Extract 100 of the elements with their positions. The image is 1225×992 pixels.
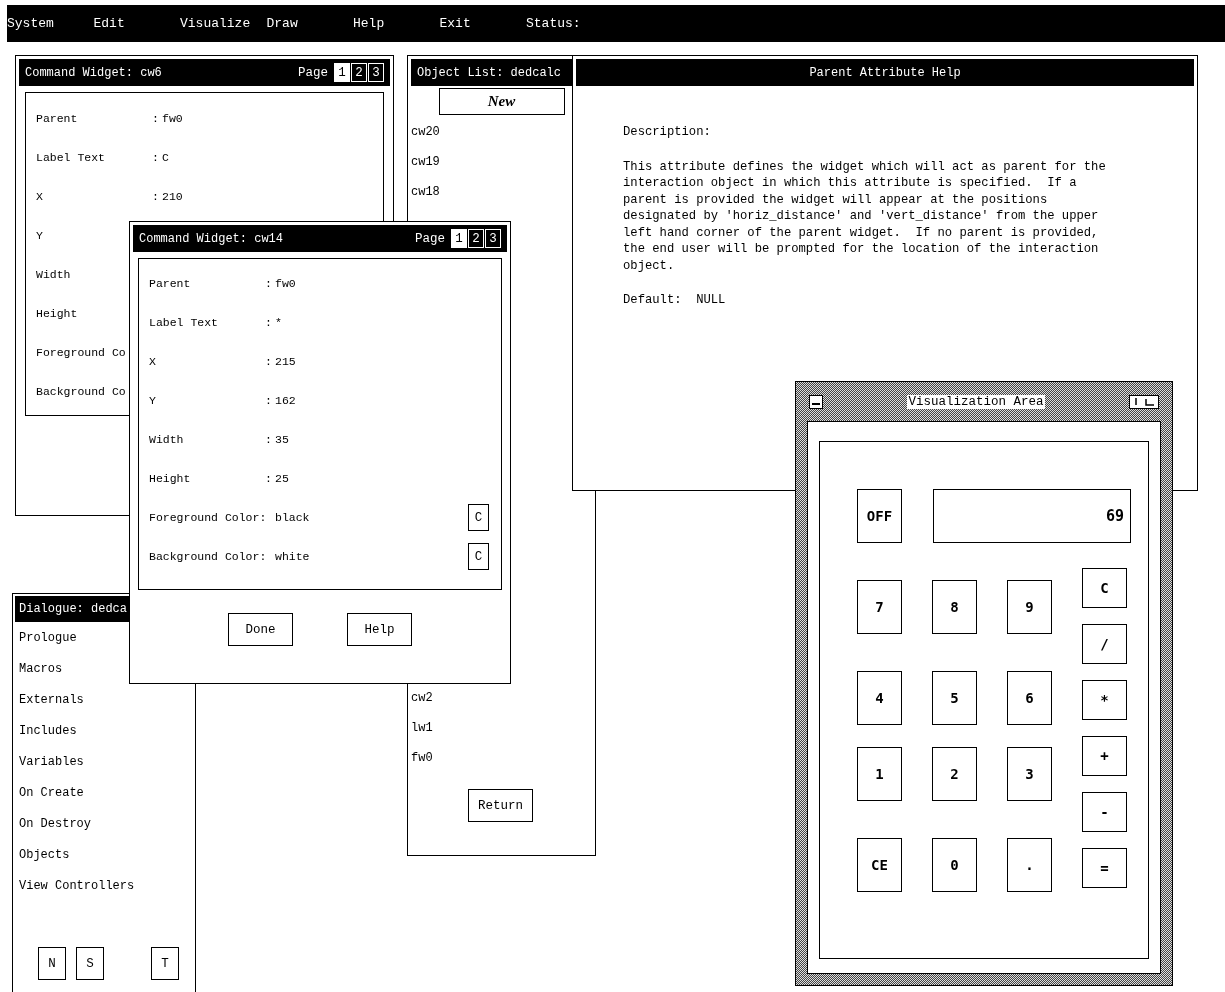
dialogue-item[interactable]: On Destroy xyxy=(19,808,91,839)
menu-item[interactable]: Help xyxy=(353,16,440,31)
colon-separator: : xyxy=(265,472,273,485)
window-menu-icon[interactable] xyxy=(809,394,823,409)
field-label: Foreground Color: xyxy=(149,511,268,524)
field-label: Width xyxy=(149,433,185,446)
menu-item[interactable]: Exit xyxy=(439,16,526,31)
field-label: Height xyxy=(149,472,192,485)
calculator-key[interactable]: 5 xyxy=(932,671,977,725)
colon-separator: : xyxy=(265,433,273,446)
dialogue-item[interactable]: Macros xyxy=(19,653,63,684)
field-label: Width xyxy=(36,268,72,281)
page-tab[interactable]: 1 xyxy=(334,63,350,82)
page-tab[interactable]: 2 xyxy=(351,63,367,82)
page-tab[interactable]: 3 xyxy=(368,63,384,82)
object-list-item[interactable]: cw18 xyxy=(411,177,440,207)
description-heading: Description: xyxy=(623,124,712,141)
dialogue-item[interactable]: Prologue xyxy=(19,622,77,653)
colon-separator: : xyxy=(152,151,160,164)
calculator-key[interactable]: 3 xyxy=(1007,747,1052,801)
window-title: Command Widget: cw6 xyxy=(25,65,162,80)
dialogue-button[interactable]: S xyxy=(76,947,104,980)
dialogue-item[interactable]: View Controllers xyxy=(19,870,135,901)
colon-separator: : xyxy=(265,316,273,329)
calculator-key[interactable]: 1 xyxy=(857,747,902,801)
field-value[interactable]: 210 xyxy=(162,190,183,203)
field-value[interactable]: 25 xyxy=(275,472,289,485)
calculator-key[interactable]: 7 xyxy=(857,580,902,634)
dialogue-item[interactable]: Externals xyxy=(19,684,84,715)
field-value[interactable]: black xyxy=(275,511,310,524)
dialogue-item[interactable]: Includes xyxy=(19,715,77,746)
field-value[interactable]: * xyxy=(275,316,282,329)
operator-key[interactable]: * xyxy=(1082,680,1127,720)
field-label: Parent xyxy=(36,112,79,125)
return-button[interactable]: Return xyxy=(468,789,533,822)
field-value[interactable]: 215 xyxy=(275,355,296,368)
window-title: Object List: dedcalc xyxy=(417,65,562,80)
field-label: X xyxy=(36,190,44,203)
dialogue-item[interactable]: Objects xyxy=(19,839,70,870)
field-label: X xyxy=(149,355,157,368)
dialog-button[interactable]: Help xyxy=(347,613,412,646)
window-title: Command Widget: cw14 xyxy=(139,231,284,246)
field-label: Label Text xyxy=(36,151,106,164)
object-list-item[interactable]: cw2 xyxy=(411,683,433,713)
calculator-key[interactable]: 4 xyxy=(857,671,902,725)
calculator-display: 69 xyxy=(933,489,1131,543)
colon-separator: : xyxy=(152,112,160,125)
window-title: Visualization Area xyxy=(907,394,1045,409)
object-list-item[interactable]: fw0 xyxy=(411,743,433,773)
operator-key[interactable]: + xyxy=(1082,736,1127,776)
object-list-item[interactable]: cw20 xyxy=(411,117,440,147)
field-value[interactable]: 162 xyxy=(275,394,296,407)
new-button[interactable]: New xyxy=(438,88,565,115)
colon-separator: : xyxy=(152,190,160,203)
color-picker-button[interactable]: C xyxy=(468,543,489,570)
field-value[interactable]: C xyxy=(162,151,169,164)
page-tab[interactable]: 3 xyxy=(485,229,501,248)
dialogue-button[interactable]: T xyxy=(151,947,179,980)
dialogue-button[interactable]: N xyxy=(38,947,66,980)
menu-item[interactable]: Edit xyxy=(93,16,180,31)
page-label: Page xyxy=(415,231,445,246)
page-tab[interactable]: 1 xyxy=(451,229,467,248)
window-title: Parent Attribute Help xyxy=(809,65,961,80)
resize-icon[interactable] xyxy=(1129,394,1159,409)
menu-item[interactable]: Visualize xyxy=(180,16,267,31)
dialogue-item[interactable]: On Create xyxy=(19,777,84,808)
calculator-key[interactable]: 2 xyxy=(932,747,977,801)
operator-key[interactable]: = xyxy=(1082,848,1127,888)
off-key[interactable]: OFF xyxy=(857,489,902,543)
field-label: Foreground Co xyxy=(36,346,127,359)
status-label: Status: xyxy=(526,16,581,31)
dialog-button[interactable]: Done xyxy=(228,613,293,646)
color-picker-button[interactable]: C xyxy=(468,504,489,531)
menu-item[interactable]: Draw xyxy=(266,16,353,31)
field-label: Label Text xyxy=(149,316,219,329)
calculator-key[interactable]: 9 xyxy=(1007,580,1052,634)
calculator-key[interactable]: . xyxy=(1007,838,1052,892)
calculator-key[interactable]: 6 xyxy=(1007,671,1052,725)
operator-key[interactable]: C xyxy=(1082,568,1127,608)
field-value[interactable]: fw0 xyxy=(275,277,296,290)
menu-item[interactable]: System xyxy=(7,16,94,31)
field-value[interactable]: fw0 xyxy=(162,112,183,125)
field-value[interactable]: white xyxy=(275,550,310,563)
object-list-item[interactable]: lw1 xyxy=(411,713,433,743)
calculator-key[interactable]: 0 xyxy=(932,838,977,892)
dialogue-item[interactable]: Variables xyxy=(19,746,84,777)
colon-separator: : xyxy=(265,394,273,407)
calculator-key[interactable]: CE xyxy=(857,838,902,892)
calculator-key[interactable]: 8 xyxy=(932,580,977,634)
object-list-item[interactable]: cw19 xyxy=(411,147,440,177)
page-tab[interactable]: 2 xyxy=(468,229,484,248)
field-label: Background Co xyxy=(36,385,127,398)
operator-key[interactable]: / xyxy=(1082,624,1127,664)
field-value[interactable]: 35 xyxy=(275,433,289,446)
page-label: Page xyxy=(298,65,328,80)
field-label: Y xyxy=(149,394,157,407)
help-paragraph: This attribute defines the widget which will act as parent for the interaction object in which this attribute is specified. If a parent is provided the widget will appear at the positions designated by 'horiz_distance' and 'vert_distance' from the upper left hand corner of the parent widget. If no parent is provided, the end user will be prompted for the location of the interaction object. xyxy=(623,158,1107,274)
colon-separator: : xyxy=(265,355,273,368)
operator-key[interactable]: - xyxy=(1082,792,1127,832)
field-label: Height xyxy=(36,307,79,320)
